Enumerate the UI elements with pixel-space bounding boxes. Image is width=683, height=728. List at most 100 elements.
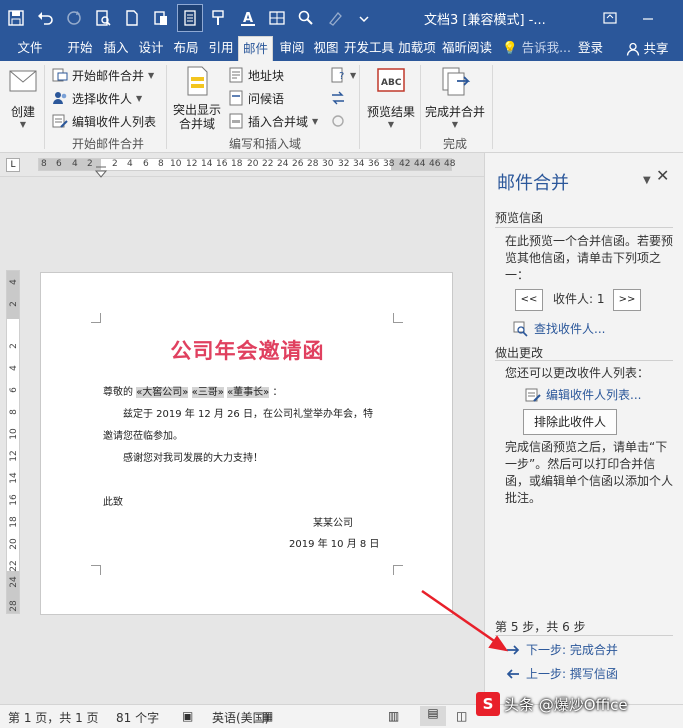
letter-body-line: 邀请您莅临参加。 — [103, 431, 183, 442]
margin-corner — [91, 313, 101, 323]
tell-me-box[interactable]: 💡 告诉我... — [502, 36, 571, 61]
next-recipient-button[interactable]: >> — [613, 289, 641, 311]
more-icon[interactable] — [351, 4, 377, 32]
tab-insert[interactable]: 插入 — [100, 36, 132, 61]
merge-field-company: «大窖公司» — [136, 387, 189, 398]
previous-step-link[interactable]: 上一步: 撰写信函 — [505, 665, 618, 682]
paste-icon[interactable] — [148, 4, 174, 32]
finish-merge-button[interactable]: 完成并合并 ▼ — [422, 65, 488, 129]
update-labels-button[interactable] — [330, 111, 346, 131]
ruler-tick-label: 42 — [399, 159, 411, 169]
arrow-left-icon — [506, 668, 519, 679]
section-preview-title: 预览信函 — [495, 211, 544, 225]
edit-list-icon — [525, 388, 541, 402]
login-link[interactable]: 登录 — [578, 36, 603, 61]
address-block-button[interactable]: 地址块 — [228, 65, 284, 85]
letter-signature-date: 2019 年 10 月 8 日 — [289, 539, 380, 550]
find-icon[interactable] — [293, 4, 319, 32]
macro-icon[interactable]: ▦ — [262, 709, 273, 723]
group-divider — [166, 65, 167, 149]
highlight-fields-button[interactable]: 突出显示 合并域 — [170, 65, 224, 131]
create-button[interactable]: 创建 ▼ — [6, 65, 40, 129]
web-layout-icon[interactable]: ◫ — [456, 709, 467, 723]
rules-icon: ? — [331, 67, 344, 83]
layout-icon[interactable] — [177, 4, 203, 32]
vruler-tick-label: 22 — [9, 560, 19, 572]
tab-mailings[interactable]: 邮件 — [238, 36, 273, 61]
format-painter-icon[interactable] — [206, 4, 232, 32]
vruler-tick-label: 12 — [9, 450, 19, 462]
tab-home[interactable]: 开始 — [64, 36, 96, 61]
margin-corner — [91, 565, 101, 575]
tab-foxit[interactable]: 福昕阅读 — [441, 36, 493, 61]
save-icon[interactable] — [3, 4, 29, 32]
close-icon[interactable]: ✕ — [656, 166, 669, 185]
exclude-recipient-button[interactable]: 排除此收件人 — [523, 409, 617, 435]
word-count[interactable]: 81 个字 — [116, 709, 159, 726]
dropdown-caret-icon: ▼ — [387, 120, 395, 129]
previous-recipient-button[interactable]: << — [515, 289, 543, 311]
minimize-icon[interactable] — [636, 6, 660, 30]
person-icon — [627, 42, 640, 56]
vertical-ruler[interactable]: 4 2 2 4 6 8 10 12 14 16 18 20 22 24 28 — [6, 270, 20, 614]
document-canvas[interactable]: 公司年会邀请函 尊敬的 «大窖公司» «三哥» «董事长» ： 兹定于 2019… — [0, 177, 484, 704]
horizontal-ruler[interactable]: L 8 6 4 2 2 4 6 8 10 12 14 16 18 20 22 24 26 28 30 32 34 36 38… — [0, 153, 484, 178]
page-count[interactable]: 第 1 页，共 1 页 — [8, 709, 99, 726]
tab-design[interactable]: 设计 — [135, 36, 167, 61]
group-label-start: 开始邮件合并 — [71, 137, 144, 151]
tab-references[interactable]: 引用 — [205, 36, 237, 61]
group-divider — [44, 65, 45, 149]
ruler-tick-label: 46 — [429, 159, 441, 169]
ruler-tick-label: 8 — [41, 159, 47, 169]
edit-recipients-button[interactable]: 编辑收件人列表 — [52, 111, 156, 131]
read-mode-icon[interactable]: ▥ — [388, 709, 399, 723]
letter-body-line: 感谢您对我司发展的大力支持！ — [123, 453, 263, 464]
vruler-tick-label: 2 — [9, 301, 19, 307]
pane-options-icon[interactable]: ▼ — [643, 175, 651, 186]
start-mail-merge-button[interactable]: 开始邮件合并 ▼ — [52, 65, 154, 85]
tab-file[interactable]: 文件 — [8, 36, 52, 61]
ribbon-display-icon[interactable] — [598, 6, 622, 30]
redo-icon[interactable] — [61, 4, 87, 32]
table-icon[interactable] — [264, 4, 290, 32]
proofing-icon[interactable]: ▣ — [182, 709, 193, 723]
print-preview-icon[interactable] — [90, 4, 116, 32]
complete-description: 完成信函预览之后，请单击“下一步”。然后可以打印合并信函，或编辑单个信函以添加个… — [505, 440, 674, 505]
merge-field-name: «三哥» — [191, 387, 224, 398]
find-recipient-link[interactable]: 查找收件人... — [513, 320, 605, 337]
vruler-tick-label: 16 — [9, 494, 19, 506]
match-fields-icon — [332, 91, 344, 105]
rules-button[interactable]: ? ▼ — [330, 65, 356, 85]
language[interactable]: 英语(美国) — [212, 709, 269, 726]
insert-merge-field-button[interactable]: 插入合并域 ▼ — [228, 111, 318, 131]
finish-merge-icon — [442, 67, 471, 96]
highlight-icon[interactable] — [322, 4, 348, 32]
new-doc-icon[interactable] — [119, 4, 145, 32]
match-fields-button[interactable] — [330, 88, 346, 108]
edit-recipient-list-link[interactable]: 编辑收件人列表... — [525, 386, 641, 403]
group-divider — [420, 65, 421, 149]
preview-results-button[interactable]: ABC 预览结果 ▼ — [364, 65, 418, 129]
greeting-line-button[interactable]: 问候语 — [228, 88, 284, 108]
vruler-tick-label: 18 — [9, 516, 19, 528]
tab-addins[interactable]: 加载项 — [396, 36, 438, 61]
undo-icon[interactable] — [32, 4, 58, 32]
select-recipients-button[interactable]: 选择收件人 ▼ — [52, 88, 142, 108]
next-step-link[interactable]: 下一步: 完成合并 — [505, 641, 618, 658]
document-page[interactable]: 公司年会邀请函 尊敬的 «大窖公司» «三哥» «董事长» ： 兹定于 2019… — [40, 272, 453, 615]
vruler-tick-label: 8 — [9, 409, 19, 415]
edit-list-icon — [52, 114, 68, 128]
print-layout-icon[interactable]: ▤ — [420, 706, 446, 726]
group-label-write: 编写和插入域 — [228, 137, 301, 151]
tab-layout[interactable]: 布局 — [170, 36, 202, 61]
search-icon — [513, 321, 528, 337]
margin-corner — [393, 565, 403, 575]
tab-review[interactable]: 审阅 — [276, 36, 308, 61]
preview-abc-icon: ABC — [377, 68, 405, 92]
tab-view[interactable]: 视图 — [310, 36, 342, 61]
font-color-icon[interactable]: A — [235, 4, 261, 32]
tab-developer[interactable]: 开发工具 — [343, 36, 395, 61]
indent-marker-icon[interactable] — [95, 166, 107, 178]
share-button[interactable]: 共享 — [612, 36, 683, 61]
tab-selector[interactable]: L — [6, 158, 20, 172]
